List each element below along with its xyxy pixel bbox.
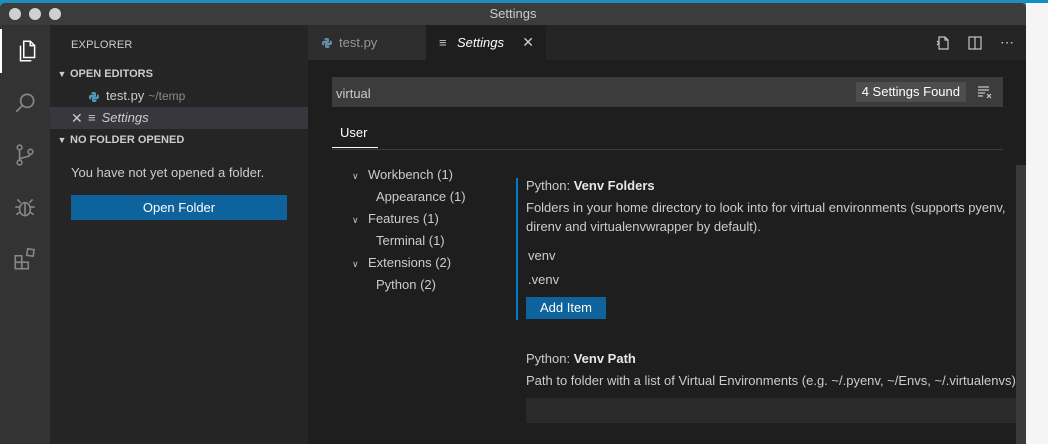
- editor-actions: ⋯: [934, 25, 1016, 60]
- open-editors-label: OPEN EDITORS: [70, 68, 153, 80]
- venv-path-input[interactable]: [526, 398, 1021, 423]
- active-tab-underline: [332, 147, 378, 148]
- setting-category: Python:: [526, 178, 574, 193]
- no-folder-header[interactable]: ▼ NO FOLDER OPENED: [50, 129, 308, 151]
- list-item[interactable]: venv: [528, 248, 555, 263]
- toc-item-features[interactable]: ∨ Features (1): [352, 209, 439, 229]
- python-file-icon: [322, 38, 332, 48]
- toc-label: Appearance (1): [376, 189, 466, 204]
- toc-item-appearance[interactable]: Appearance (1): [376, 187, 466, 207]
- chevron-down-icon: ▼: [57, 69, 67, 79]
- debug-icon[interactable]: [0, 185, 50, 229]
- settings-file-icon: ≡: [439, 35, 447, 50]
- settings-search-box: 4 Settings Found: [332, 77, 1003, 109]
- close-window-button[interactable]: [9, 8, 21, 20]
- setting-desc-venv-folders: Folders in your home directory to look i…: [526, 200, 1006, 234]
- vscode-window: Settings EXPLORER ▼ OPEN EDITORS test.py ~…: [0, 3, 1026, 444]
- tab-label: test.py: [339, 35, 378, 50]
- scrollbar[interactable]: [1016, 165, 1026, 444]
- tab-test-py[interactable]: test.py: [308, 25, 426, 60]
- more-actions-icon[interactable]: ⋯: [998, 34, 1016, 52]
- close-icon[interactable]: ✕: [522, 25, 534, 60]
- setting-category: Python:: [526, 351, 574, 366]
- open-editor-item-test-py[interactable]: test.py ~/temp: [50, 85, 308, 107]
- tab-bar: test.py ≡ Settings ✕ ⋯: [308, 25, 1026, 60]
- title-bar: Settings: [0, 3, 1026, 25]
- no-folder-message: You have not yet opened a folder.: [71, 165, 265, 180]
- divider: [332, 149, 1003, 150]
- toc-label: Terminal (1): [376, 233, 445, 248]
- settings-found-badge: 4 Settings Found: [855, 82, 966, 102]
- tab-settings[interactable]: ≡ Settings ✕: [426, 25, 546, 60]
- desktop-stripe: [1026, 0, 1048, 3]
- toc-label: Extensions (2): [368, 255, 452, 270]
- open-editor-name: Settings: [101, 110, 149, 125]
- toc-label: Workbench (1): [368, 167, 454, 182]
- minimize-window-button[interactable]: [29, 8, 41, 20]
- open-editor-name: test.py: [106, 88, 145, 103]
- toc-item-terminal[interactable]: Terminal (1): [376, 231, 445, 251]
- toc-item-python[interactable]: Python (2): [376, 275, 436, 295]
- close-icon[interactable]: ✕: [71, 107, 83, 129]
- desktop-background: [1026, 0, 1048, 444]
- toc-label: Features (1): [368, 211, 439, 226]
- tab-label: Settings: [457, 35, 504, 50]
- chevron-down-icon: ▼: [57, 135, 67, 145]
- toc-item-extensions[interactable]: ∨ Extensions (2): [352, 253, 451, 273]
- add-item-button[interactable]: Add Item: [526, 297, 606, 319]
- focused-setting-indicator: [516, 178, 518, 320]
- open-folder-button[interactable]: Open Folder: [71, 195, 287, 220]
- chevron-down-icon: ∨: [352, 171, 359, 181]
- setting-name: Venv Path: [573, 351, 636, 366]
- list-item[interactable]: .venv: [528, 272, 559, 287]
- python-file-icon: [89, 91, 99, 102]
- explorer-icon[interactable]: [0, 29, 52, 73]
- toc-label: Python (2): [376, 277, 436, 292]
- no-folder-label: NO FOLDER OPENED: [70, 134, 185, 146]
- window-title: Settings: [489, 6, 537, 21]
- setting-desc-venv-path: Path to folder with a list of Virtual En…: [526, 373, 1020, 388]
- open-editor-desc: ~/temp: [148, 89, 186, 103]
- settings-editor: test.py ≡ Settings ✕ ⋯ 4 Settings Found: [308, 25, 1026, 444]
- open-settings-json-icon[interactable]: [934, 34, 952, 52]
- toc-item-workbench[interactable]: ∨ Workbench (1): [352, 165, 453, 185]
- clear-filter-icon[interactable]: [977, 84, 993, 100]
- settings-file-icon: ≡: [88, 110, 96, 125]
- setting-title-venv-folders: Python: Venv Folders: [526, 178, 655, 193]
- source-control-icon[interactable]: [0, 133, 50, 177]
- activity-bar: [0, 25, 50, 444]
- tab-user-settings[interactable]: User: [340, 125, 367, 140]
- explorer-sidebar: EXPLORER ▼ OPEN EDITORS test.py ~/temp ✕ ≡…: [50, 25, 308, 444]
- chevron-down-icon: ∨: [352, 259, 359, 269]
- maximize-window-button[interactable]: [49, 8, 61, 20]
- open-editors-header[interactable]: ▼ OPEN EDITORS: [50, 63, 308, 85]
- setting-name: Venv Folders: [573, 178, 655, 193]
- split-editor-icon[interactable]: [966, 34, 984, 52]
- chevron-down-icon: ∨: [352, 215, 359, 225]
- open-editor-item-settings[interactable]: ✕ ≡ Settings: [50, 107, 308, 129]
- settings-search-input[interactable]: [332, 77, 838, 109]
- extensions-icon[interactable]: [0, 237, 50, 281]
- search-icon[interactable]: [0, 81, 50, 125]
- setting-title-venv-path: Python: Venv Path: [526, 351, 636, 366]
- sidebar-title: EXPLORER: [71, 39, 133, 51]
